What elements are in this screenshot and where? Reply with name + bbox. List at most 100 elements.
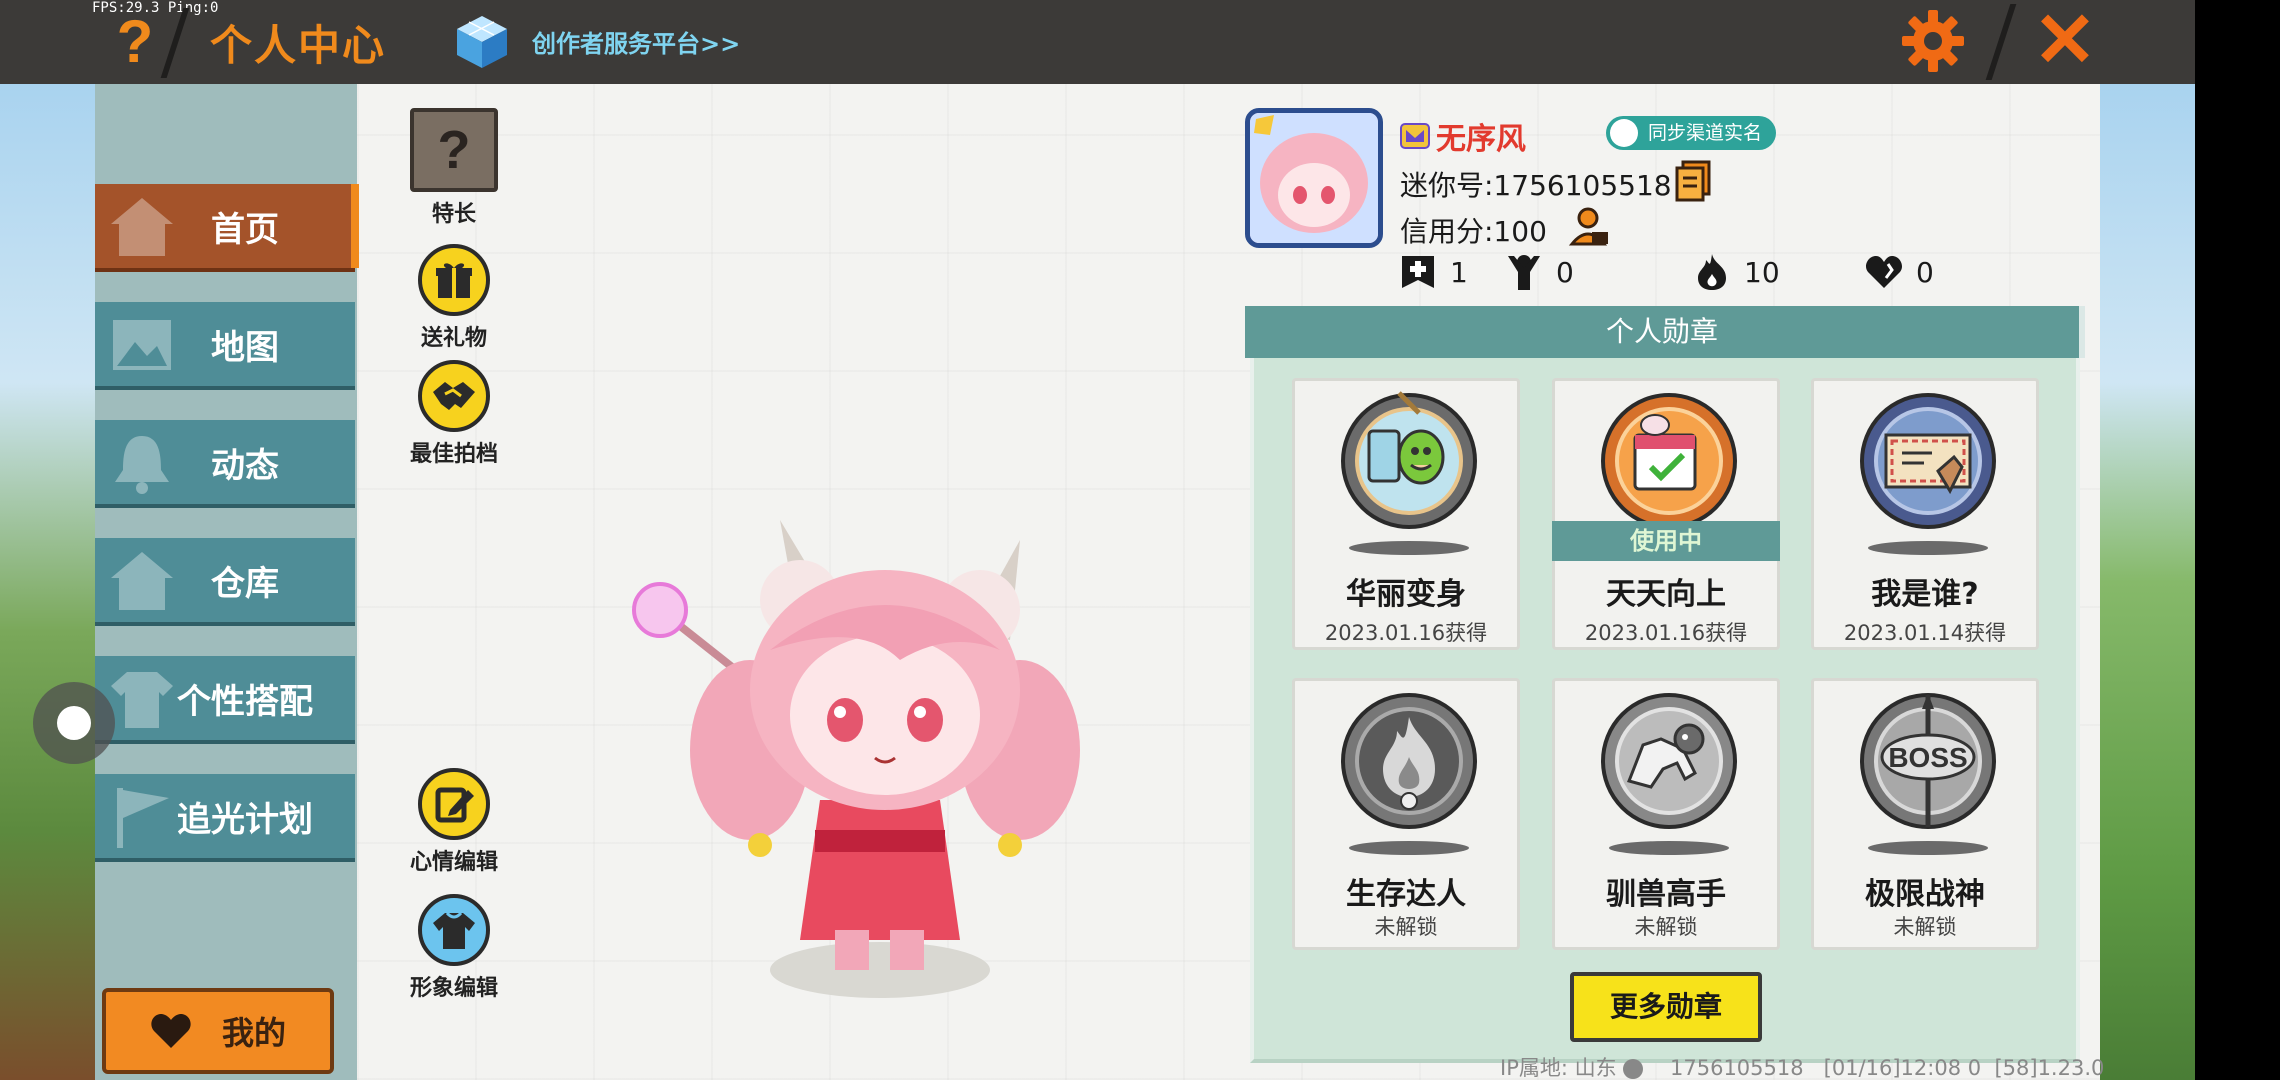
footer-uid: 1756105518 — [1670, 1056, 1804, 1080]
stat-likes-value: 0 — [1916, 255, 1934, 289]
badge-date: 2023.01.16获得 — [1324, 621, 1488, 645]
badge-shadow — [1609, 841, 1729, 855]
outfit-icon — [418, 894, 490, 966]
user-badge-icon[interactable] — [1568, 206, 1610, 248]
badge-card[interactable]: 华丽变身 2023.01.16获得 — [1292, 378, 1520, 650]
sidebar-item-label: 动态 — [211, 445, 279, 486]
stat-popularity: 10 — [1692, 252, 1780, 292]
stat-fans-value: 0 — [1556, 255, 1574, 289]
footer-version: [58]1.23.0 — [1994, 1056, 2105, 1080]
sidebar-item-warehouse[interactable]: 仓库 — [95, 538, 355, 626]
badge-card[interactable]: 驯兽高手 未解锁 — [1552, 678, 1780, 950]
badge-card[interactable]: 我是谁? 2023.01.14获得 — [1811, 378, 2039, 650]
close-button[interactable]: ✕ — [2030, 3, 2100, 79]
badge-name: 我是谁? — [1871, 577, 1979, 612]
badge-date: 2023.01.16获得 — [1584, 621, 1748, 645]
vip-crown-icon — [1400, 123, 1430, 149]
stat-add: 1 — [1398, 252, 1468, 292]
badge-name: 天天向上 — [1606, 577, 1726, 612]
badge-shadow — [1868, 541, 1988, 555]
badge-card[interactable]: 生存达人 未解锁 — [1292, 678, 1520, 950]
profile-avatar[interactable] — [1245, 108, 1383, 248]
talent-action[interactable]: ? 特长 — [399, 108, 509, 228]
more-badges-button[interactable]: 更多勋章 — [1570, 972, 1762, 1042]
flame-badge-icon — [1341, 693, 1477, 829]
house-icon — [111, 198, 173, 256]
screen-edge — [2195, 0, 2280, 1080]
id-card-badge-icon — [1860, 393, 1996, 529]
gift-label: 送礼物 — [420, 326, 487, 351]
mood-label: 心情编辑 — [409, 850, 498, 875]
realname-label: 同步渠道实名 — [1648, 122, 1763, 144]
badge-name: 生存达人 — [1346, 877, 1466, 912]
creator-platform-link[interactable]: 创作者服务平台>> — [532, 24, 740, 59]
footer-time: [01/16]12:08 0 — [1823, 1056, 1982, 1080]
stat-add-value: 1 — [1450, 255, 1468, 289]
realname-sync-tag[interactable]: 同步渠道实名 — [1606, 116, 1777, 150]
mini-id: 迷你号:1756105518 — [1400, 169, 1672, 202]
mine-label: 我的 — [221, 1014, 286, 1052]
sidebar-item-outfit[interactable]: 个性搭配 — [95, 656, 355, 744]
talent-label: 特长 — [431, 202, 476, 227]
cube-icon[interactable] — [455, 14, 509, 70]
badge-name: 极限战神 — [1865, 877, 1985, 912]
stat-likes: 0 — [1864, 252, 1934, 292]
sidebar-item-label: 仓库 — [211, 563, 279, 604]
in-use-tag: 使用中 — [1552, 521, 1780, 561]
sidebar-item-label: 首页 — [211, 209, 279, 250]
copy-icon[interactable] — [1675, 160, 1711, 202]
beast-tamer-badge-icon — [1601, 693, 1737, 829]
best-partner-action[interactable]: 最佳拍档 — [399, 360, 509, 468]
badge-shadow — [1868, 841, 1988, 855]
picture-icon — [113, 320, 171, 370]
send-gift-action[interactable]: 送礼物 — [399, 244, 509, 352]
credit-score: 信用分:100 — [1400, 215, 1547, 248]
badge-card[interactable]: 使用中 天天向上 2023.01.16获得 — [1552, 378, 1780, 650]
mine-button[interactable]: 我的 — [102, 988, 334, 1074]
badge-shadow — [1349, 841, 1469, 855]
boss-badge-icon: BOSS — [1860, 693, 1996, 829]
bell-icon — [115, 436, 169, 494]
handshake-icon — [418, 360, 490, 432]
add-friend-icon — [1402, 256, 1434, 288]
badge-card[interactable]: BOSS 极限战神 未解锁 — [1811, 678, 2039, 950]
sidebar-item-map[interactable]: 地图 — [95, 302, 355, 390]
cheer-icon — [1508, 255, 1540, 290]
help-button[interactable]: ? — [105, 8, 165, 76]
stat-fans: 0 — [1504, 252, 1574, 292]
look-label: 形象编辑 — [409, 976, 498, 1001]
talent-icon: ? — [410, 108, 498, 192]
game-world-background-right — [2100, 84, 2195, 1080]
badge-name: 华丽变身 — [1346, 577, 1466, 612]
badge-section-title: 个人勋章 — [1245, 306, 2085, 358]
sidebar-item-label: 个性搭配 — [177, 681, 313, 722]
edit-icon — [418, 768, 490, 840]
gear-icon[interactable] — [1900, 8, 1966, 74]
sidebar-item-label: 追光计划 — [177, 799, 313, 840]
dino-costume-badge-icon — [1341, 391, 1477, 529]
user-check-icon — [1610, 119, 1638, 147]
badge-date: 2023.01.14获得 — [1843, 621, 2007, 645]
look-edit-action[interactable]: 形象编辑 — [399, 894, 509, 1002]
page-title: 个人中心 — [210, 21, 387, 70]
floating-assistive-button[interactable] — [33, 682, 115, 764]
game-world-background-left — [0, 84, 95, 1080]
heart-icon — [151, 1014, 191, 1048]
sidebar-item-activity[interactable]: 动态 — [95, 420, 355, 508]
mood-edit-action[interactable]: 心情编辑 — [399, 768, 509, 876]
sidebar-item-home[interactable]: 首页 — [95, 184, 359, 272]
badge-name: 驯兽高手 — [1606, 877, 1726, 912]
sidebar-item-chase-light[interactable]: 追光计划 — [95, 774, 355, 862]
badge-shadow — [1349, 541, 1469, 555]
fire-icon — [1698, 254, 1726, 290]
username: 无序风 — [1436, 122, 1526, 157]
stat-fire-value: 10 — [1744, 255, 1780, 289]
house-icon — [111, 552, 173, 610]
info-icon[interactable] — [1623, 1059, 1644, 1079]
partner-label: 最佳拍档 — [409, 442, 498, 467]
calendar-badge-icon — [1601, 393, 1737, 529]
sidebar-item-label: 地图 — [211, 327, 279, 368]
svg-text:BOSS: BOSS — [1888, 742, 1967, 773]
gift-icon — [418, 244, 490, 316]
character-avatar[interactable] — [600, 500, 1120, 1020]
